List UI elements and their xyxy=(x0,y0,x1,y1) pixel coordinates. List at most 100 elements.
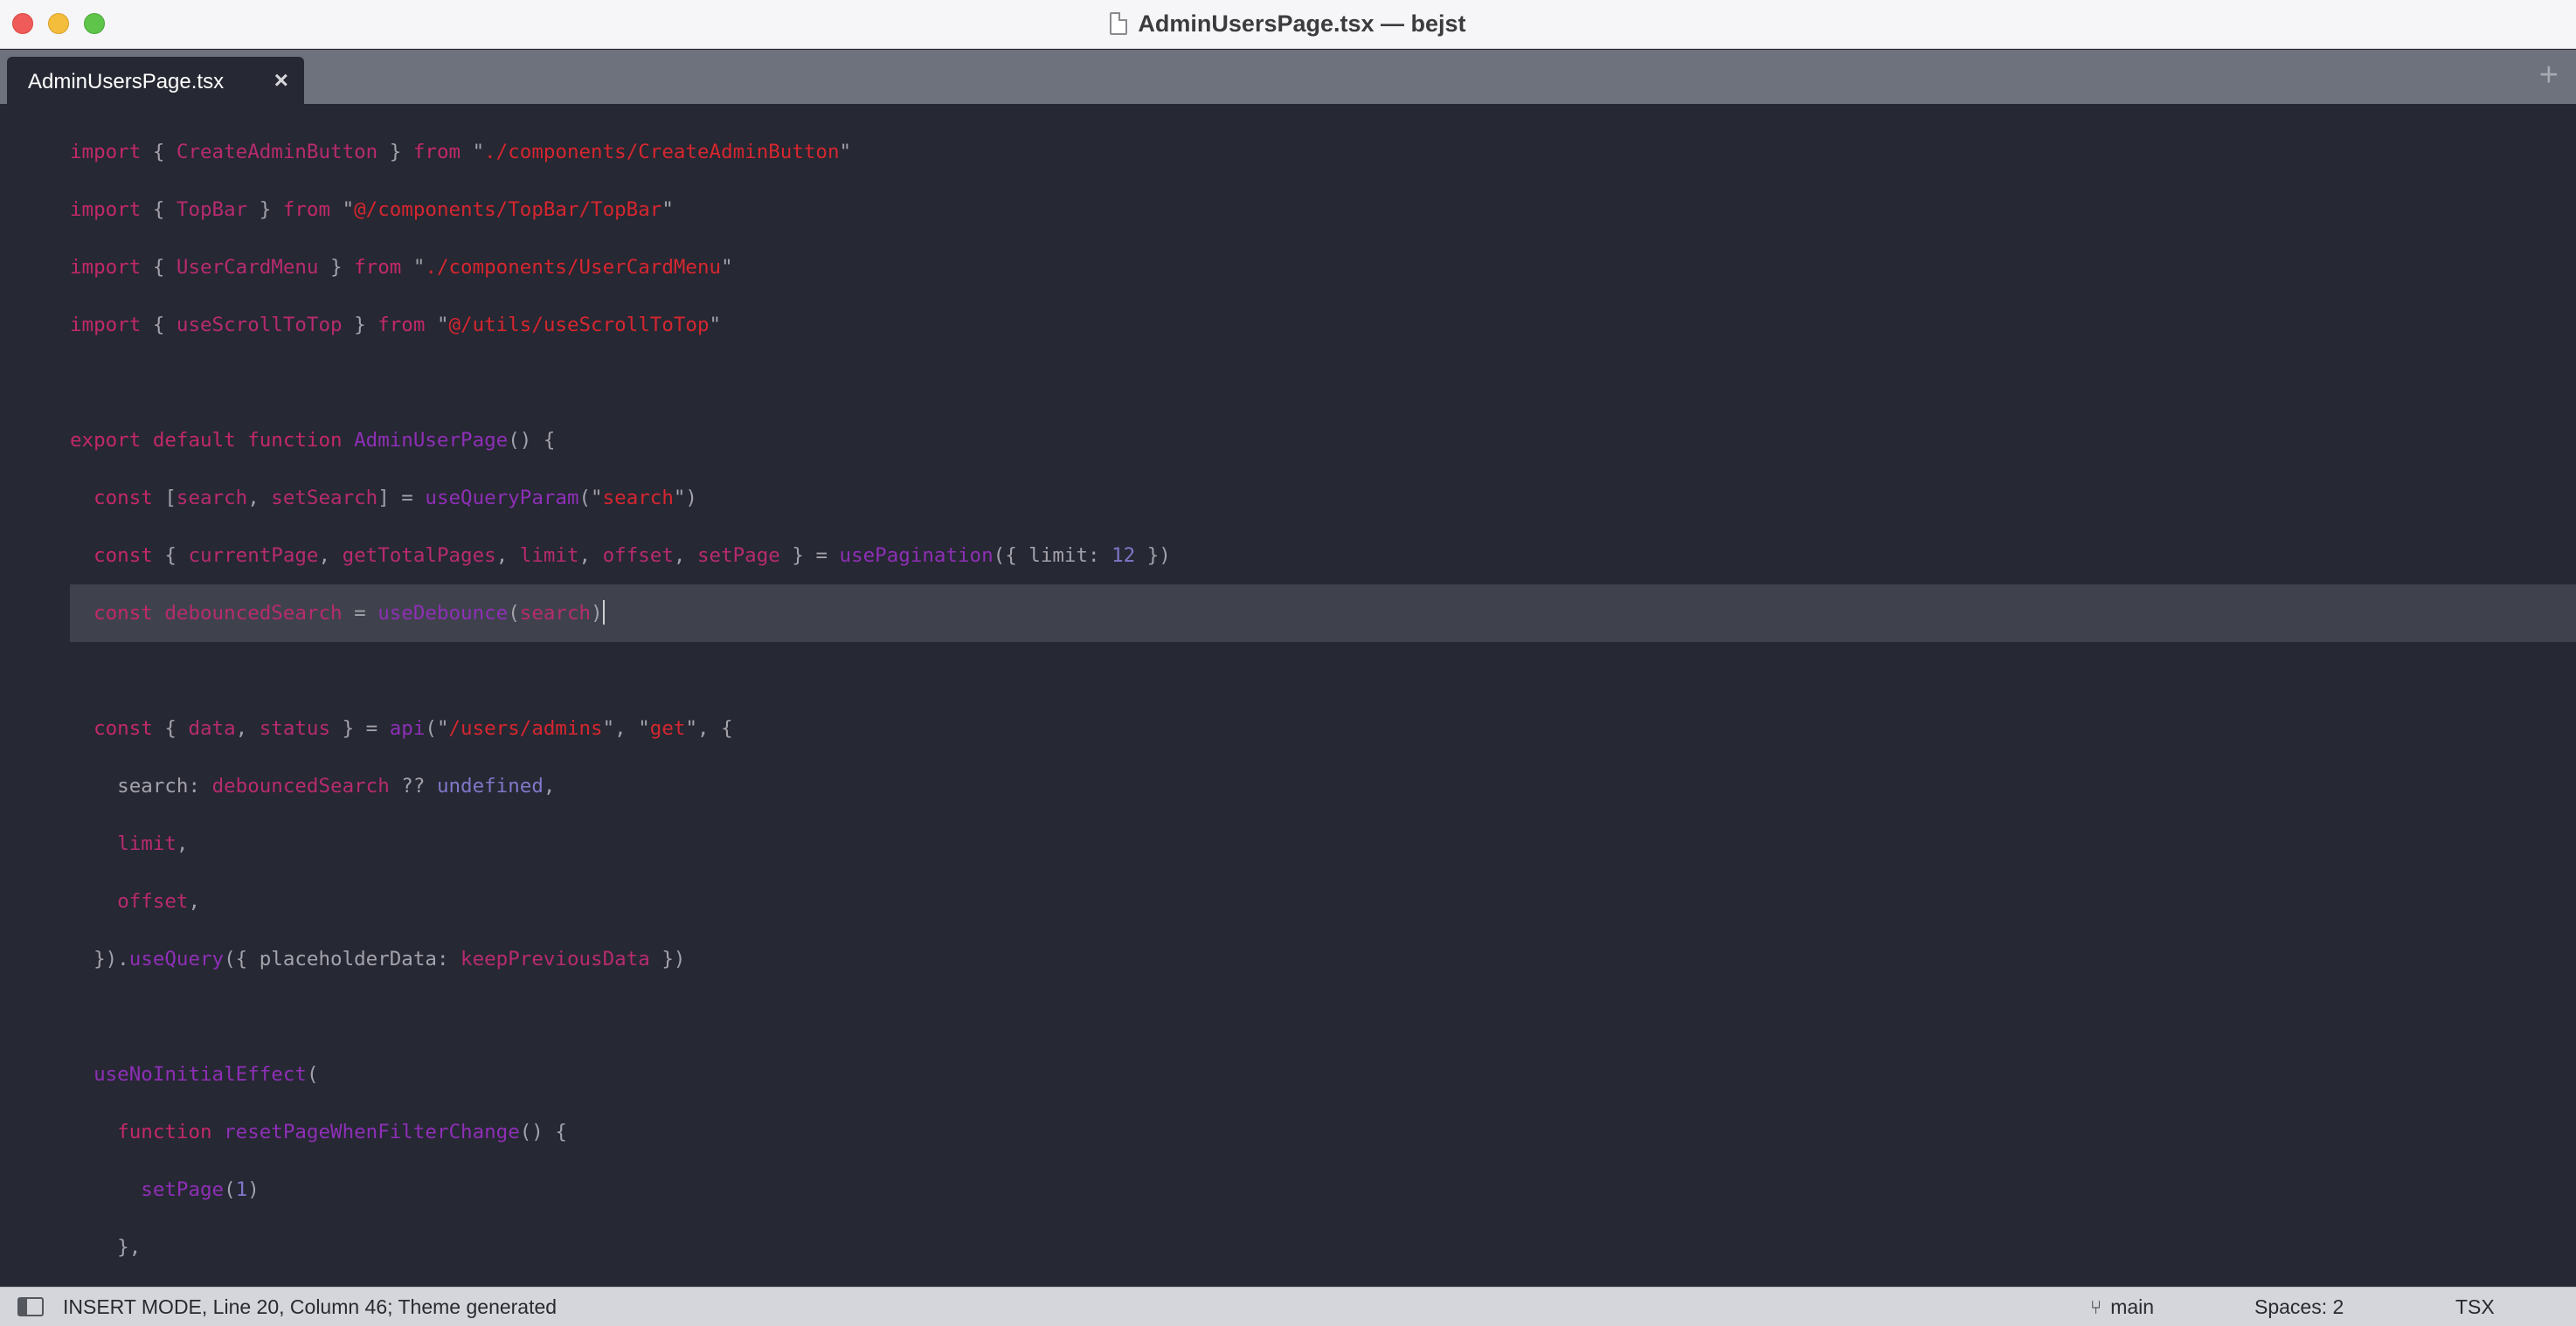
code-token: limit xyxy=(519,544,579,567)
code-token: data xyxy=(188,717,236,740)
syntax-language-status[interactable]: TSX xyxy=(2455,1295,2495,1319)
code-line[interactable]: setPage(1) xyxy=(70,1161,260,1219)
code-token: search xyxy=(602,487,674,509)
code-token: () { xyxy=(508,429,556,452)
code-line[interactable]: limit, xyxy=(70,815,188,873)
code-line[interactable]: const { data, status } = api("/users/adm… xyxy=(70,700,733,757)
code-token: import xyxy=(70,314,142,336)
code-token: /users/admins xyxy=(448,717,603,740)
code-line[interactable]: search: debouncedSearch ?? undefined, xyxy=(70,757,555,815)
new-tab-button[interactable]: + xyxy=(2539,57,2559,94)
code-token: , xyxy=(318,544,343,567)
code-token: @/utils/useScrollToTop xyxy=(448,314,710,336)
code-token: }). xyxy=(70,948,129,970)
code-token: debouncedSearch xyxy=(164,602,343,625)
code-token: import xyxy=(70,141,142,163)
indentation-status[interactable]: Spaces: 2 xyxy=(2254,1295,2344,1319)
sidebar-toggle-icon[interactable] xyxy=(17,1297,44,1316)
git-branch-status[interactable]: ⑂ main xyxy=(2090,1295,2154,1319)
code-token: (" xyxy=(578,487,603,509)
title-bar: AdminUsersPage.tsx — bejst xyxy=(0,0,2576,49)
code-token: " xyxy=(401,256,426,279)
code-token: }, xyxy=(70,1236,142,1259)
code-token: setPage xyxy=(141,1178,225,1201)
code-line[interactable]: import { useScrollToTop } from "@/utils/… xyxy=(70,296,721,354)
code-token: (" xyxy=(425,717,449,740)
code-token: }) xyxy=(1135,544,1171,567)
code-token: , xyxy=(543,775,556,798)
code-token: ( xyxy=(306,1063,319,1086)
code-token: const xyxy=(93,602,153,625)
code-token: { xyxy=(152,544,189,567)
code-token: limit xyxy=(117,832,177,855)
code-line[interactable]: }, xyxy=(70,1219,141,1276)
code-token: ./components/UserCardMenu xyxy=(425,256,722,279)
code-line[interactable]: const { currentPage, getTotalPages, limi… xyxy=(70,527,1171,584)
code-line[interactable]: }).useQuery({ placeholderData: keepPrevi… xyxy=(70,930,685,988)
code-line[interactable]: const [search, setSearch] = useQueryPara… xyxy=(70,469,697,527)
code-token: offset xyxy=(117,890,189,913)
code-token: useDebounce xyxy=(377,602,509,625)
code-line[interactable]: import { TopBar } from "@/components/Top… xyxy=(70,181,674,238)
code-token: ./components/CreateAdminButton xyxy=(484,141,840,163)
code-token: function xyxy=(117,1121,212,1143)
tab-label: AdminUsersPage.tsx xyxy=(28,70,225,93)
code-line[interactable]: offset, xyxy=(70,873,200,930)
code-token: search: xyxy=(70,775,212,798)
code-token: const xyxy=(93,487,153,509)
code-token: currentPage xyxy=(188,544,319,567)
code-line[interactable]: import { CreateAdminButton } from "./com… xyxy=(70,123,851,181)
code-token: usePagination xyxy=(839,544,994,567)
code-token: from xyxy=(377,314,426,336)
code-token: useQueryParam xyxy=(425,487,579,509)
code-line[interactable]: import { UserCardMenu } from "./componen… xyxy=(70,238,733,296)
git-branch-icon: ⑂ xyxy=(2090,1296,2102,1318)
code-line-current[interactable]: const debouncedSearch = useDebounce(sear… xyxy=(70,584,2576,642)
tab-close-icon[interactable]: × xyxy=(274,66,288,94)
code-token: useQuery xyxy=(128,948,225,970)
code-token: ) xyxy=(247,1178,260,1201)
code-token: ({ placeholderData: xyxy=(224,948,461,970)
code-line[interactable]: export default function AdminUserPage() … xyxy=(70,411,555,469)
code-line[interactable]: function resetPageWhenFilterChange() { xyxy=(70,1103,567,1161)
code-token: " xyxy=(709,314,722,336)
code-token: " xyxy=(460,141,485,163)
code-token: { xyxy=(141,314,177,336)
code-editor[interactable]: import { CreateAdminButton } from "./com… xyxy=(0,104,2576,1287)
code-token: 1 xyxy=(235,1178,248,1201)
tab-adminuserspage[interactable]: AdminUsersPage.tsx × xyxy=(7,57,304,104)
code-token: , xyxy=(235,717,260,740)
code-token: = xyxy=(342,602,378,625)
code-token: { xyxy=(141,256,177,279)
code-token: status xyxy=(259,717,331,740)
code-token: , xyxy=(495,544,520,567)
code-token: { xyxy=(141,141,177,163)
code-token: ") xyxy=(673,487,697,509)
code-token: , xyxy=(247,487,272,509)
code-line[interactable]: useNoInitialEffect( xyxy=(70,1046,318,1103)
tab-bar: AdminUsersPage.tsx × + xyxy=(0,50,2576,104)
window-title-text: AdminUsersPage.tsx — bejst xyxy=(1138,10,1466,37)
editor-mode-status: INSERT MODE, Line 20, Column 46; Theme g… xyxy=(63,1295,557,1318)
code-token: useScrollToTop xyxy=(176,314,343,336)
text-cursor xyxy=(602,600,605,625)
code-token: 12 xyxy=(1111,544,1136,567)
code-token: ", { xyxy=(685,717,733,740)
code-token: setSearch xyxy=(271,487,378,509)
code-token: ) xyxy=(591,602,603,625)
code-token: } = xyxy=(779,544,840,567)
code-token: search xyxy=(176,487,248,509)
code-token: import xyxy=(70,198,142,221)
code-token: { xyxy=(152,717,189,740)
code-token: () { xyxy=(519,1121,567,1143)
code-token: } xyxy=(247,198,283,221)
code-token: @/components/TopBar/TopBar xyxy=(354,198,662,221)
code-token: , xyxy=(673,544,697,567)
code-token: UserCardMenu xyxy=(176,256,319,279)
